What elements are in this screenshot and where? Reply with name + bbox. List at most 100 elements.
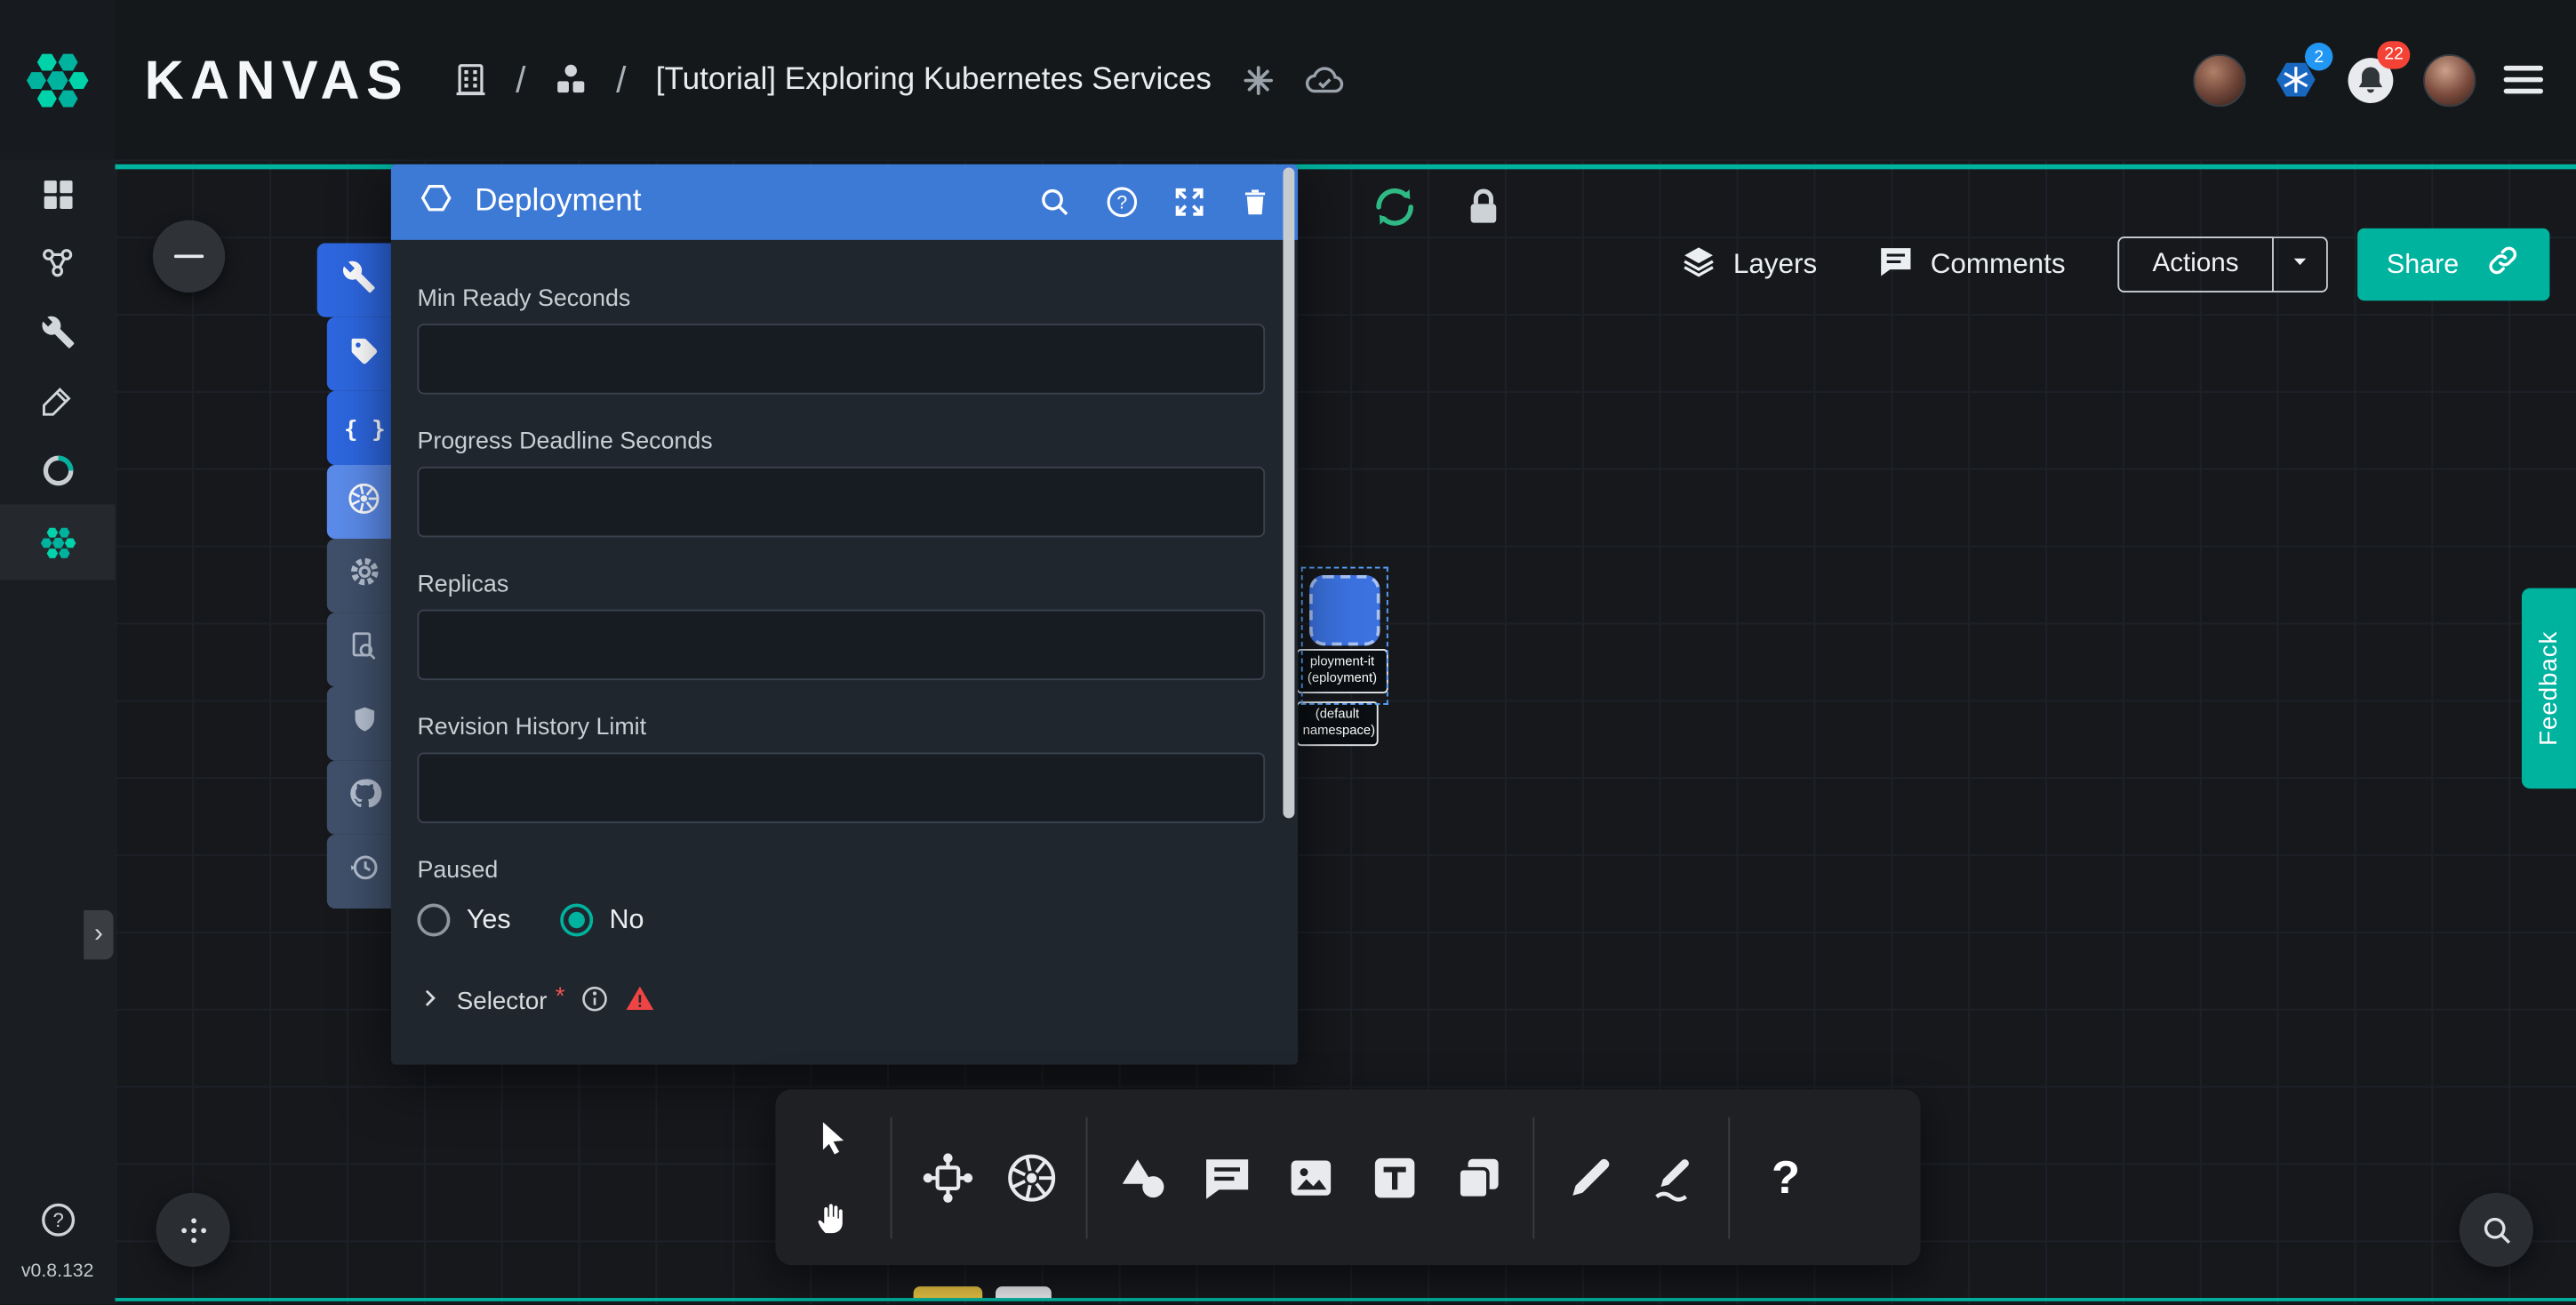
selector-label: Selector xyxy=(457,988,548,1015)
radio-icon xyxy=(560,904,593,937)
provider-badge: 2 xyxy=(2305,43,2332,70)
sidebar-item-design[interactable] xyxy=(0,366,115,436)
info-icon[interactable] xyxy=(580,983,609,1020)
avatar[interactable] xyxy=(2193,53,2245,106)
tab-history[interactable] xyxy=(327,835,401,909)
kanvas-app: Layers Comments Actions Share ployment-i… xyxy=(0,0,2576,1304)
share-label: Share xyxy=(2387,249,2459,280)
panel-scrollbar[interactable] xyxy=(1283,168,1294,819)
zoom-button[interactable] xyxy=(2460,1193,2533,1267)
sidebar-item-lifecycle[interactable] xyxy=(0,228,115,298)
canvas-menu-button[interactable] xyxy=(153,220,225,292)
tab-labels[interactable] xyxy=(327,317,401,391)
trash-icon[interactable] xyxy=(1239,184,1272,220)
feedback-tab[interactable]: Feedback xyxy=(2522,588,2576,789)
doc-search-icon xyxy=(347,628,381,671)
tab-security[interactable] xyxy=(327,687,401,761)
replicas-input[interactable] xyxy=(417,610,1265,680)
search-icon[interactable] xyxy=(1036,184,1073,220)
avatar[interactable] xyxy=(2423,53,2476,106)
tab-configure[interactable] xyxy=(317,244,401,317)
actions-dropdown-button[interactable] xyxy=(2273,236,2327,292)
sidebar-expander[interactable]: › xyxy=(84,910,113,959)
workspace-icon[interactable] xyxy=(552,60,590,99)
comments-icon xyxy=(1876,241,1916,289)
tab-settings[interactable] xyxy=(327,539,401,612)
layers-button[interactable]: Layers xyxy=(1679,241,1817,289)
pan-tool[interactable] xyxy=(800,1184,866,1250)
pointer-tools xyxy=(788,1105,877,1250)
kanvas-logo xyxy=(21,44,93,116)
annotate-tool[interactable] xyxy=(1631,1131,1715,1222)
breadcrumb-separator: / xyxy=(516,59,525,101)
help-icon[interactable]: ? xyxy=(38,1201,76,1247)
dock-divider xyxy=(1728,1117,1730,1238)
text-tool[interactable] xyxy=(1352,1131,1436,1222)
select-tool[interactable] xyxy=(800,1105,866,1171)
cards-tool[interactable] xyxy=(1436,1131,1519,1222)
clipped-canvas-node[interactable] xyxy=(914,1286,983,1298)
comment-tool[interactable] xyxy=(1185,1131,1268,1222)
radio-label: Yes xyxy=(467,904,511,935)
component-tool[interactable] xyxy=(905,1131,988,1222)
breadcrumb: / / [Tutorial] Exploring Kubernetes Serv… xyxy=(452,59,1346,101)
comments-button[interactable]: Comments xyxy=(1876,241,2066,289)
kubernetes-tool[interactable] xyxy=(989,1131,1073,1222)
app-version: v0.8.132 xyxy=(21,1261,94,1281)
recenter-button[interactable] xyxy=(156,1193,230,1267)
panel-tab-strip: { } xyxy=(317,244,401,909)
braces-icon: { } xyxy=(343,416,385,443)
layers-label: Layers xyxy=(1733,248,1817,281)
sidebar-item-kanvas[interactable] xyxy=(0,504,115,580)
design-title[interactable]: [Tutorial] Exploring Kubernetes Services xyxy=(656,61,1212,98)
dock-divider xyxy=(891,1117,892,1238)
radio-label: No xyxy=(610,904,644,935)
header-actions: 2 22 xyxy=(2193,53,2543,106)
sync-status-icon[interactable] xyxy=(1364,176,1426,238)
feedback-label: Feedback xyxy=(2535,631,2563,746)
sidebar-item-toolbox[interactable] xyxy=(0,298,115,367)
min-ready-seconds-input[interactable] xyxy=(417,324,1265,394)
organization-icon[interactable] xyxy=(452,60,490,99)
help-tool[interactable]: ? xyxy=(1743,1131,1827,1222)
paused-radio-group: Yes No xyxy=(417,904,1265,937)
history-icon xyxy=(346,850,382,894)
canvas-boundary-bottom xyxy=(115,1297,2576,1301)
tab-github[interactable] xyxy=(327,761,401,835)
media-tool[interactable] xyxy=(1268,1131,1352,1222)
tab-inspect[interactable] xyxy=(327,612,401,686)
cloud-sync-icon[interactable] xyxy=(1303,59,1346,101)
revision-history-limit-input[interactable] xyxy=(417,752,1265,822)
notifications-button[interactable]: 22 xyxy=(2346,55,2395,104)
pen-tool[interactable] xyxy=(1548,1131,1631,1222)
paused-yes-radio[interactable]: Yes xyxy=(417,904,510,937)
lock-icon[interactable] xyxy=(1452,176,1515,238)
clipped-canvas-node[interactable] xyxy=(996,1286,1052,1298)
progress-deadline-seconds-input[interactable] xyxy=(417,467,1265,537)
link-icon xyxy=(2485,244,2520,286)
sidebar-item-insights[interactable] xyxy=(0,436,115,505)
layers-icon xyxy=(1679,241,1718,289)
tab-json[interactable]: { } xyxy=(327,391,401,465)
deployment-node[interactable] xyxy=(1309,575,1380,645)
tab-kubernetes[interactable] xyxy=(327,465,401,539)
help-icon[interactable]: ? xyxy=(1104,184,1140,220)
panel-title: Deployment xyxy=(475,184,641,220)
warning-icon[interactable] xyxy=(624,982,655,1021)
share-button[interactable]: Share xyxy=(2357,228,2549,300)
panel-header[interactable]: Deployment ? xyxy=(391,164,1298,240)
design-mark-icon[interactable] xyxy=(1241,61,1277,98)
expand-icon[interactable] xyxy=(1172,184,1208,220)
actions-button[interactable]: Actions xyxy=(2118,236,2274,292)
shapes-tool[interactable] xyxy=(1100,1131,1184,1222)
selector-section-toggle[interactable]: Selector * xyxy=(417,982,1265,1021)
kanvas-home-button[interactable] xyxy=(0,0,115,159)
paused-label: Paused xyxy=(417,858,1265,885)
paused-no-radio[interactable]: No xyxy=(560,904,644,937)
header-menu-button[interactable] xyxy=(2504,58,2543,100)
radio-icon xyxy=(417,904,450,937)
sidebar-item-dashboard[interactable] xyxy=(0,159,115,228)
provider-button[interactable]: 2 xyxy=(2274,58,2318,102)
brand-wordmark: KANVAS xyxy=(145,49,409,111)
field-label: Replicas xyxy=(417,572,1265,598)
